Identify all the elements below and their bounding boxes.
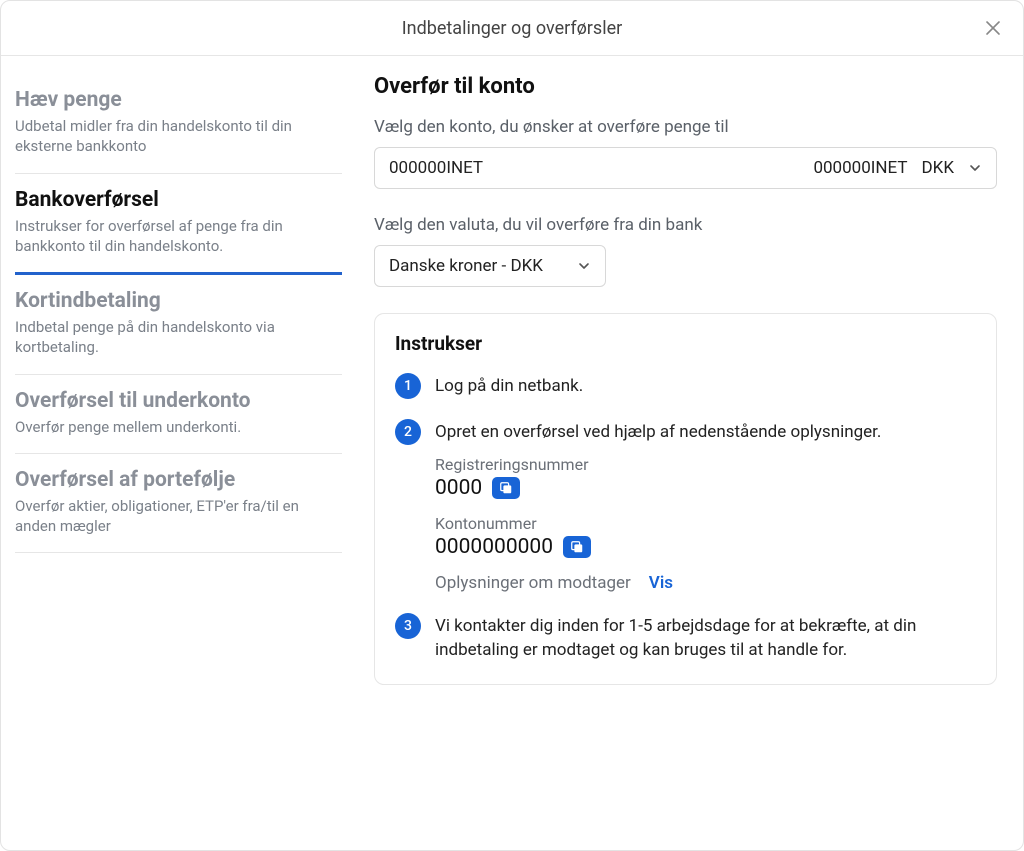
main-title: Overfør til konto bbox=[374, 74, 997, 99]
copy-icon bbox=[499, 481, 513, 495]
sidebar-item-desc: Udbetal midler fra din handelskonto til … bbox=[15, 116, 342, 157]
sidebar-item-title: Overførsel til underkonto bbox=[15, 389, 342, 413]
registration-number-block: Registreringsnummer 0000 bbox=[435, 455, 976, 500]
close-icon bbox=[985, 20, 1001, 36]
sidebar-item-portfolio-transfer[interactable]: Overførsel af portefølje Overfør aktier,… bbox=[15, 454, 342, 554]
registration-number-label: Registreringsnummer bbox=[435, 455, 976, 474]
step-text: Opret en overførsel ved hjælp af nedenst… bbox=[435, 421, 976, 445]
sidebar-item-title: Kortindbetaling bbox=[15, 289, 342, 313]
instructions-title: Instrukser bbox=[395, 332, 976, 355]
account-number-value: 0000000000 bbox=[435, 535, 553, 559]
account-select-value-id: 000000INET bbox=[813, 158, 907, 178]
currency-select[interactable]: Danske kroner - DKK bbox=[374, 245, 606, 287]
instruction-step-1: 1 Log på din netbank. bbox=[395, 373, 976, 399]
account-number-label: Kontonummer bbox=[435, 514, 976, 533]
instruction-step-3: 3 Vi kontakter dig inden for 1-5 arbejds… bbox=[395, 613, 976, 663]
copy-registration-button[interactable] bbox=[492, 477, 520, 499]
currency-select-value: Danske kroner - DKK bbox=[389, 256, 543, 276]
sidebar-item-desc: Overfør aktier, obligationer, ETP'er fra… bbox=[15, 496, 342, 537]
account-select-value-left: 000000INET bbox=[389, 158, 483, 178]
account-select-value-ccy: DKK bbox=[922, 158, 955, 178]
sidebar-item-bank-transfer[interactable]: Bankoverførsel Instrukser for overførsel… bbox=[15, 174, 342, 276]
account-select[interactable]: 000000INET 000000INET DKK bbox=[374, 147, 997, 189]
step-number-badge: 2 bbox=[395, 419, 421, 445]
instructions-box: Instrukser 1 Log på din netbank. 2 Opret… bbox=[374, 313, 997, 685]
deposits-transfers-modal: Indbetalinger og overførsler Hæv penge U… bbox=[0, 0, 1024, 851]
sidebar-item-card-deposit[interactable]: Kortindbetaling Indbetal penge på din ha… bbox=[15, 275, 342, 375]
account-select-label: Vælg den konto, du ønsker at overføre pe… bbox=[374, 117, 997, 137]
registration-number-value: 0000 bbox=[435, 476, 482, 500]
step-number-badge: 1 bbox=[395, 373, 421, 399]
copy-account-button[interactable] bbox=[563, 536, 591, 558]
recipient-info-label: Oplysninger om modtager bbox=[435, 573, 631, 593]
sidebar-item-desc: Overfør penge mellem underkonti. bbox=[15, 417, 342, 437]
show-recipient-link[interactable]: Vis bbox=[649, 573, 673, 593]
modal-body: Hæv penge Udbetal midler fra din handels… bbox=[1, 56, 1023, 850]
sidebar-item-desc: Indbetal penge på din handelskonto via k… bbox=[15, 317, 342, 358]
chevron-down-icon bbox=[577, 259, 591, 273]
sidebar-item-title: Hæv penge bbox=[15, 88, 342, 112]
recipient-info-row: Oplysninger om modtager Vis bbox=[435, 573, 976, 593]
copy-icon bbox=[570, 540, 584, 554]
sidebar-item-desc: Instrukser for overførsel af penge fra d… bbox=[15, 216, 342, 257]
modal-header: Indbetalinger og overførsler bbox=[1, 1, 1023, 56]
step-number-badge: 3 bbox=[395, 613, 421, 639]
modal-title: Indbetalinger og overførsler bbox=[402, 18, 622, 39]
sidebar-item-title: Bankoverførsel bbox=[15, 188, 342, 212]
instruction-step-2: 2 Opret en overførsel ved hjælp af neden… bbox=[395, 419, 976, 593]
close-button[interactable] bbox=[981, 16, 1005, 40]
sidebar-item-withdraw[interactable]: Hæv penge Udbetal midler fra din handels… bbox=[15, 74, 342, 174]
sidebar-item-title: Overførsel af portefølje bbox=[15, 468, 342, 492]
currency-select-label: Vælg den valuta, du vil overføre fra din… bbox=[374, 215, 997, 235]
step-text: Log på din netbank. bbox=[435, 375, 976, 399]
account-number-block: Kontonummer 0000000000 bbox=[435, 514, 976, 559]
chevron-down-icon bbox=[968, 161, 982, 175]
sidebar-item-subaccount-transfer[interactable]: Overførsel til underkonto Overfør penge … bbox=[15, 375, 342, 454]
main-panel: Overfør til konto Vælg den konto, du øns… bbox=[356, 56, 1023, 850]
sidebar: Hæv penge Udbetal midler fra din handels… bbox=[1, 56, 356, 850]
step-text: Vi kontakter dig inden for 1-5 arbejdsda… bbox=[435, 615, 976, 663]
